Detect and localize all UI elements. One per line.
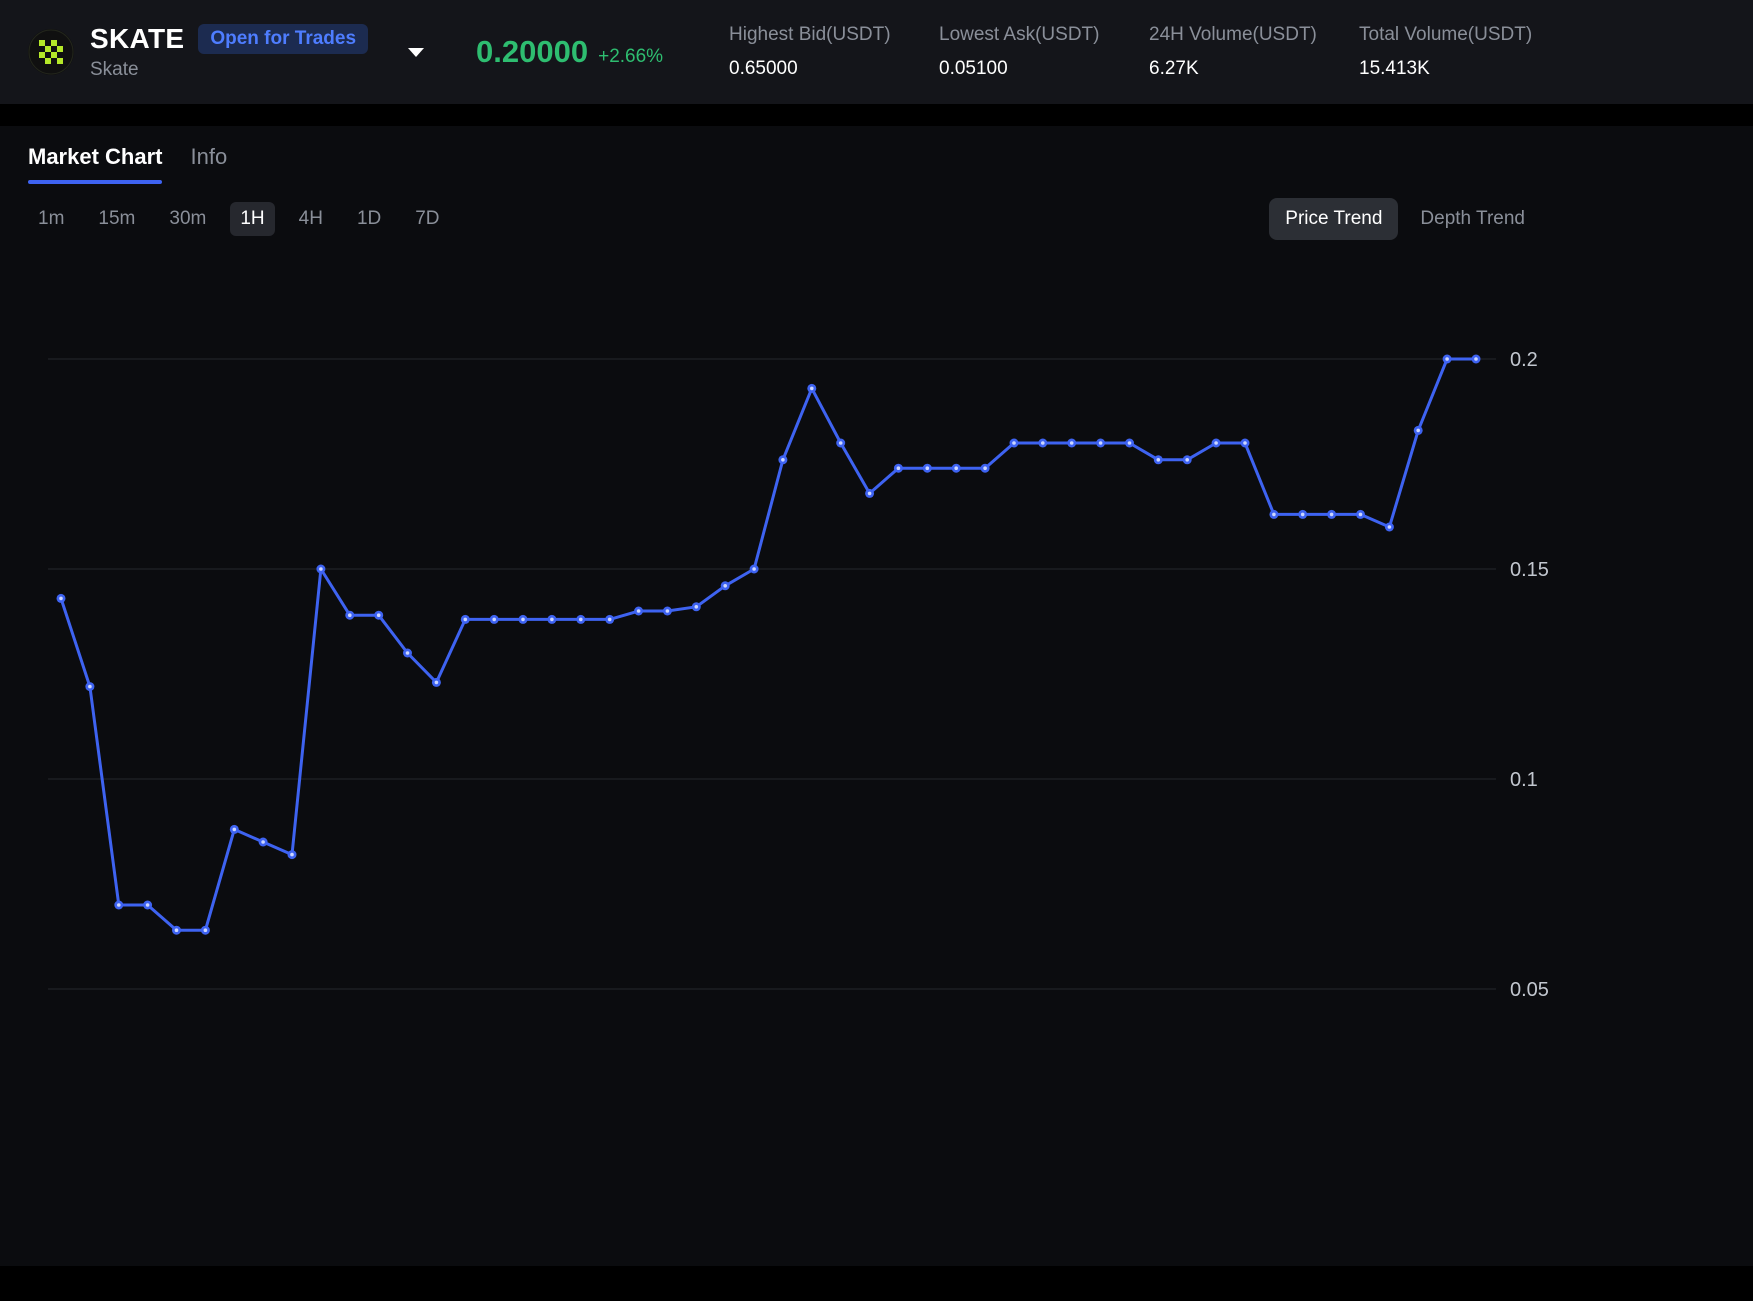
stat-24h-volume: 24H Volume(USDT) 6.27K (1149, 24, 1327, 80)
timeframe-7d[interactable]: 7D (405, 202, 449, 236)
token-meta: SKATE Open for Trades Skate (90, 23, 368, 81)
timeframe-4h[interactable]: 4H (289, 202, 333, 236)
stat-value: 15.413K (1359, 58, 1537, 80)
stat-lowest-ask: Lowest Ask(USDT) 0.05100 (939, 24, 1117, 80)
stat-label: Total Volume(USDT) (1359, 24, 1537, 46)
stat-total-volume: Total Volume(USDT) 15.413K (1359, 24, 1537, 80)
status-badge: Open for Trades (198, 24, 368, 54)
stat-label: Lowest Ask(USDT) (939, 24, 1117, 46)
svg-text:0.15: 0.15 (1510, 559, 1549, 581)
bottom-strip (0, 1266, 1753, 1299)
timeframe-1m[interactable]: 1m (28, 202, 74, 236)
token-symbol: SKATE (90, 23, 184, 55)
price-trend-button[interactable]: Price Trend (1269, 198, 1398, 240)
price-chart-svg[interactable]: 0.2 0.15 0.1 0.05 (0, 246, 1753, 1266)
market-selector-chevron-down-icon[interactable] (408, 48, 424, 57)
tab-market-chart[interactable]: Market Chart (28, 144, 162, 184)
market-stats: Highest Bid(USDT) 0.65000 Lowest Ask(USD… (729, 24, 1537, 80)
trend-toggle: Price Trend Depth Trend (1269, 198, 1525, 240)
token-group: SKATE Open for Trades Skate (28, 23, 424, 81)
chart-controls: 1m 15m 30m 1H 4H 1D 7D Price Trend Depth… (0, 184, 1753, 246)
token-name: Skate (90, 59, 368, 81)
timeframe-selector: 1m 15m 30m 1H 4H 1D 7D (28, 202, 450, 236)
stat-value: 6.27K (1149, 58, 1327, 80)
market-header: SKATE Open for Trades Skate 0.20000 +2.6… (0, 0, 1753, 104)
timeframe-1d[interactable]: 1D (347, 202, 391, 236)
stat-value: 0.65000 (729, 58, 907, 80)
tab-info[interactable]: Info (190, 144, 227, 184)
price-change-percent: +2.66% (598, 46, 663, 68)
timeframe-15m[interactable]: 15m (88, 202, 145, 236)
skate-logo-icon (28, 29, 74, 75)
price-chart[interactable]: 0.2 0.15 0.1 0.05 (0, 246, 1753, 1266)
tab-bar: Market Chart Info (0, 126, 1753, 184)
stat-label: Highest Bid(USDT) (729, 24, 907, 46)
svg-text:0.2: 0.2 (1510, 349, 1538, 371)
stat-label: 24H Volume(USDT) (1149, 24, 1327, 46)
main-content: Market Chart Info 1m 15m 30m 1H 4H 1D 7D… (0, 126, 1753, 1266)
stat-highest-bid: Highest Bid(USDT) 0.65000 (729, 24, 907, 80)
last-price: 0.20000 (476, 34, 588, 70)
svg-text:0.1: 0.1 (1510, 769, 1538, 791)
price-group: 0.20000 +2.66% (476, 34, 663, 70)
stat-value: 0.05100 (939, 58, 1117, 80)
timeframe-1h[interactable]: 1H (230, 202, 274, 236)
timeframe-30m[interactable]: 30m (159, 202, 216, 236)
depth-trend-button[interactable]: Depth Trend (1420, 208, 1525, 230)
svg-text:0.05: 0.05 (1510, 979, 1549, 1001)
